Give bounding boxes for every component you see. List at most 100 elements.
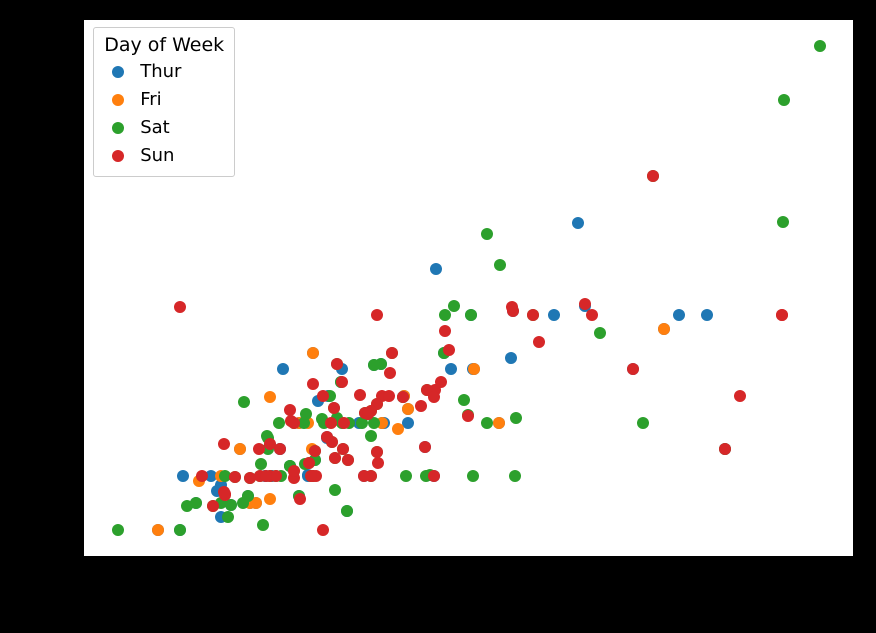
scatter-point <box>317 390 329 402</box>
scatter-point <box>506 301 518 313</box>
scatter-point <box>307 378 319 390</box>
scatter-point <box>260 470 272 482</box>
scatter-point <box>481 417 493 429</box>
scatter-point <box>273 417 285 429</box>
scatter-point <box>274 443 286 455</box>
scatter-point <box>321 431 333 443</box>
scatter-point <box>383 390 395 402</box>
scatter-point <box>338 417 350 429</box>
scatter-point <box>264 391 276 403</box>
scatter-point <box>288 417 300 429</box>
scatter-point <box>358 470 370 482</box>
scatter-point <box>368 359 380 371</box>
scatter-point <box>443 344 455 356</box>
scatter-point <box>242 490 254 502</box>
scatter-point <box>462 410 474 422</box>
scatter-point <box>234 443 246 455</box>
legend-swatch-icon <box>112 94 124 106</box>
scatter-point <box>317 524 329 536</box>
legend-label: Fri <box>140 89 161 110</box>
scatter-point <box>481 228 493 240</box>
scatter-point <box>218 438 230 450</box>
scatter-point <box>288 465 300 477</box>
scatter-point <box>253 443 265 455</box>
legend-entry: Fri <box>104 86 224 114</box>
legend-label: Sat <box>140 117 170 138</box>
scatter-point <box>673 309 685 321</box>
scatter-point <box>776 309 788 321</box>
scatter-point <box>342 454 354 466</box>
scatter-point <box>509 470 521 482</box>
scatter-point <box>428 470 440 482</box>
scatter-point <box>400 470 412 482</box>
scatter-point <box>402 403 414 415</box>
legend-swatch-icon <box>112 122 124 134</box>
scatter-point <box>264 438 276 450</box>
scatter-point <box>307 347 319 359</box>
scatter-point <box>386 347 398 359</box>
scatter-point <box>594 327 606 339</box>
scatter-point <box>468 363 480 375</box>
scatter-point <box>112 524 124 536</box>
scatter-point <box>336 376 348 388</box>
scatter-point <box>572 217 584 229</box>
scatter-point <box>329 484 341 496</box>
scatter-point <box>701 309 713 321</box>
scatter-point <box>419 441 431 453</box>
scatter-point <box>222 511 234 523</box>
scatter-point <box>494 259 506 271</box>
scatter-axes: Day of Week Thur Fri Sat Sun <box>83 19 854 557</box>
scatter-point <box>428 391 440 403</box>
scatter-point <box>445 363 457 375</box>
scatter-point <box>365 430 377 442</box>
scatter-point <box>305 470 317 482</box>
scatter-point <box>207 500 219 512</box>
scatter-point <box>177 470 189 482</box>
scatter-point <box>448 300 460 312</box>
scatter-point <box>439 325 451 337</box>
scatter-point <box>627 363 639 375</box>
scatter-point <box>579 298 591 310</box>
scatter-point <box>362 408 374 420</box>
scatter-point <box>647 170 659 182</box>
scatter-point <box>814 40 826 52</box>
scatter-point <box>174 301 186 313</box>
scatter-point <box>392 423 404 435</box>
scatter-point <box>430 263 442 275</box>
scatter-point <box>328 402 340 414</box>
legend-swatch-icon <box>112 66 124 78</box>
scatter-point <box>190 497 202 509</box>
scatter-point <box>309 445 321 457</box>
figure: Day of Week Thur Fri Sat Sun <box>0 0 876 633</box>
scatter-point <box>505 352 517 364</box>
scatter-point <box>719 443 731 455</box>
scatter-point <box>372 457 384 469</box>
legend-swatch-icon <box>112 150 124 162</box>
scatter-point <box>331 358 343 370</box>
scatter-point <box>152 524 164 536</box>
scatter-point <box>637 417 649 429</box>
scatter-point <box>533 336 545 348</box>
legend-label: Thur <box>140 61 181 82</box>
scatter-point <box>465 309 477 321</box>
scatter-point <box>255 458 267 470</box>
legend-label: Sun <box>140 145 174 166</box>
scatter-point <box>238 396 250 408</box>
scatter-point <box>303 457 315 469</box>
scatter-point <box>225 499 237 511</box>
scatter-point <box>458 394 470 406</box>
scatter-point <box>435 376 447 388</box>
scatter-point <box>384 367 396 379</box>
scatter-point <box>277 363 289 375</box>
scatter-point <box>778 94 790 106</box>
scatter-point <box>658 323 670 335</box>
scatter-point <box>325 417 337 429</box>
scatter-point <box>415 400 427 412</box>
scatter-point <box>527 309 539 321</box>
legend-title: Day of Week <box>104 34 224 56</box>
legend-entry: Sat <box>104 114 224 142</box>
scatter-point <box>397 391 409 403</box>
scatter-point <box>586 309 598 321</box>
scatter-point <box>174 524 186 536</box>
scatter-point <box>264 493 276 505</box>
